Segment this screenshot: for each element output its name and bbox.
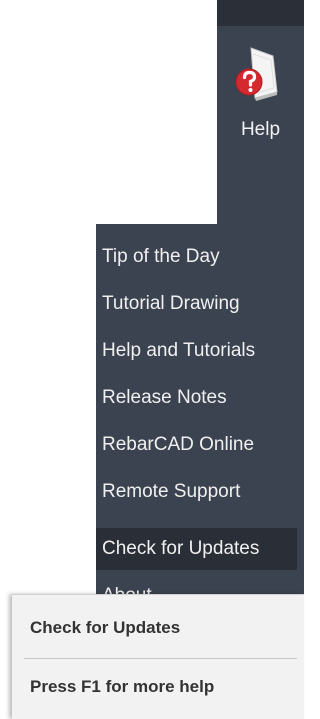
menu-item-help-and-tutorials[interactable]: Help and Tutorials — [96, 330, 297, 372]
menu-item-release-notes[interactable]: Release Notes — [96, 377, 297, 419]
help-book-icon — [235, 47, 278, 101]
command-tooltip: Check for Updates Press F1 for more help — [12, 594, 304, 719]
menu-item-remote-support[interactable]: Remote Support — [96, 471, 297, 513]
ribbon-help-panel: Help — [217, 26, 304, 224]
menu-item-tutorial-drawing[interactable]: Tutorial Drawing — [96, 283, 297, 325]
help-ribbon-label: Help — [240, 119, 281, 140]
tooltip-divider — [24, 658, 297, 659]
menu-item-about[interactable]: About — [96, 575, 297, 594]
help-ribbon-button[interactable]: Help — [217, 26, 304, 176]
help-dropdown-menu: Tip of the Day Tutorial Drawing Help and… — [96, 224, 304, 594]
tooltip-help-hint: Press F1 for more help — [30, 677, 215, 696]
menu-item-check-for-updates[interactable]: Check for Updates — [96, 528, 297, 570]
menu-item-tip-of-the-day[interactable]: Tip of the Day — [96, 236, 297, 278]
tooltip-title: Check for Updates — [30, 618, 181, 637]
ribbon-top-strip — [217, 0, 304, 26]
menu-item-rebarcad-online[interactable]: RebarCAD Online — [96, 424, 297, 466]
